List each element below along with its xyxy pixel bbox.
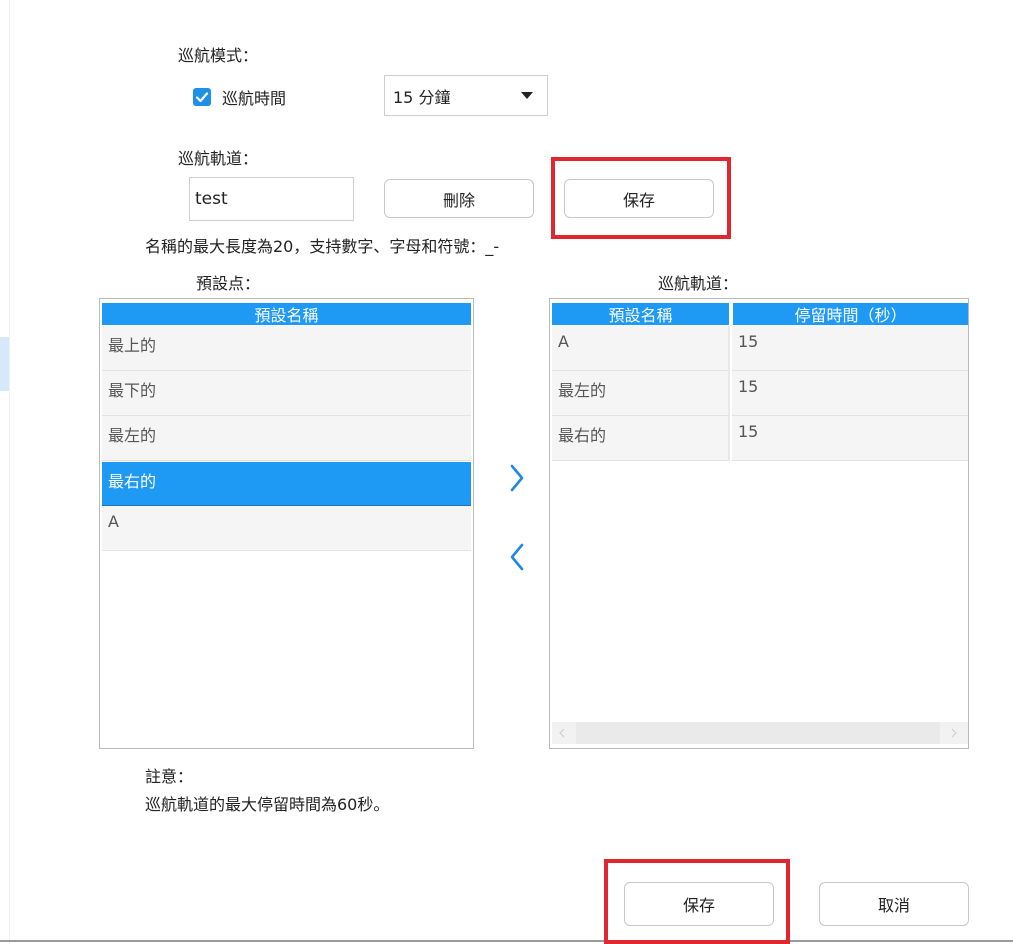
track-row-name-label: 最右的: [558, 426, 607, 445]
track-row-name[interactable]: A: [552, 326, 730, 371]
bottom-divider: [0, 940, 1013, 942]
presets-header: 預設名稱: [102, 303, 471, 325]
note-title: 註意：: [145, 767, 194, 786]
cruise-mode-label: 巡航模式：: [178, 46, 259, 65]
delete-track-label: 刪除: [442, 190, 475, 210]
left-edge: [0, 0, 10, 944]
add-to-track-button[interactable]: [502, 458, 532, 498]
presets-panel: 預設名稱 最上的 最下的 最左的 最右的 A: [99, 298, 474, 749]
cruise-time-label: 巡航時間: [222, 89, 287, 108]
cruise-time-select[interactable]: 15 分鐘: [384, 75, 548, 116]
presets-label: 預設点：: [196, 274, 261, 293]
track-row-name[interactable]: 最左的: [552, 371, 730, 416]
scroll-thumb[interactable]: [576, 722, 940, 744]
track-row-time-label: 15: [738, 332, 759, 351]
track-row-name[interactable]: 最右的: [552, 416, 730, 461]
note-text: 巡航軌道的最大停留時間為60秒。: [145, 795, 390, 814]
track-row-time[interactable]: 15: [732, 326, 968, 371]
track-name-value: test: [195, 189, 228, 209]
preset-item[interactable]: 最左的: [102, 416, 471, 461]
track-row-name-label: 最左的: [558, 381, 607, 400]
cruise-track-label: 巡航軌道：: [178, 149, 259, 168]
footer-cancel-label: 取消: [877, 896, 910, 915]
track-header-time: 停留時間（秒）: [733, 303, 968, 325]
track-header-name: 預設名稱: [552, 303, 729, 325]
track-header-name-label: 預設名稱: [608, 306, 673, 325]
preset-item[interactable]: A: [102, 506, 471, 551]
preset-item-selected[interactable]: 最右的: [102, 462, 471, 506]
caret-down-icon: [521, 92, 533, 99]
save-track-label: 保存: [622, 190, 655, 210]
track-name-hint: 名稱的最大長度為20，支持數字、字母和符號：_-: [145, 237, 500, 256]
preset-item-label: 最上的: [108, 336, 157, 355]
checkmark-icon: [195, 92, 209, 103]
save-track-button[interactable]: 保存: [564, 179, 714, 218]
scroll-right-icon[interactable]: [950, 728, 958, 738]
track-list-label: 巡航軌道：: [658, 274, 739, 293]
left-edge-tab: [0, 337, 9, 391]
cruise-time-select-value: 15 分鐘: [393, 87, 451, 107]
preset-item-label: 最右的: [108, 472, 157, 491]
chevron-left-icon: [510, 543, 524, 571]
track-row-name-label: A: [558, 332, 569, 351]
remove-from-track-button[interactable]: [502, 537, 532, 577]
track-list-panel: 預設名稱 停留時間（秒） A 15 最左的 15 最右的 15: [549, 298, 969, 749]
preset-item-label: A: [108, 512, 119, 531]
footer-save-button[interactable]: 保存: [624, 882, 774, 926]
footer-save-label: 保存: [682, 896, 715, 915]
scroll-left-icon[interactable]: [558, 728, 566, 738]
preset-item-label: 最左的: [108, 426, 157, 445]
preset-item-label: 最下的: [108, 381, 157, 400]
track-list-hscrollbar[interactable]: [552, 722, 968, 744]
track-row-time-label: 15: [738, 422, 759, 441]
track-row-time[interactable]: 15: [732, 371, 968, 416]
preset-item[interactable]: 最上的: [102, 326, 471, 371]
cruise-time-checkbox[interactable]: [193, 88, 211, 106]
footer-cancel-button[interactable]: 取消: [819, 882, 969, 926]
delete-track-button[interactable]: 刪除: [384, 179, 534, 218]
track-row-time[interactable]: 15: [732, 416, 968, 461]
track-header-time-label: 停留時間（秒）: [794, 306, 907, 325]
track-row-time-label: 15: [738, 377, 759, 396]
chevron-right-icon: [510, 464, 524, 492]
preset-item[interactable]: 最下的: [102, 371, 471, 416]
presets-header-label: 預設名稱: [254, 306, 319, 325]
track-name-input[interactable]: test: [189, 177, 354, 221]
